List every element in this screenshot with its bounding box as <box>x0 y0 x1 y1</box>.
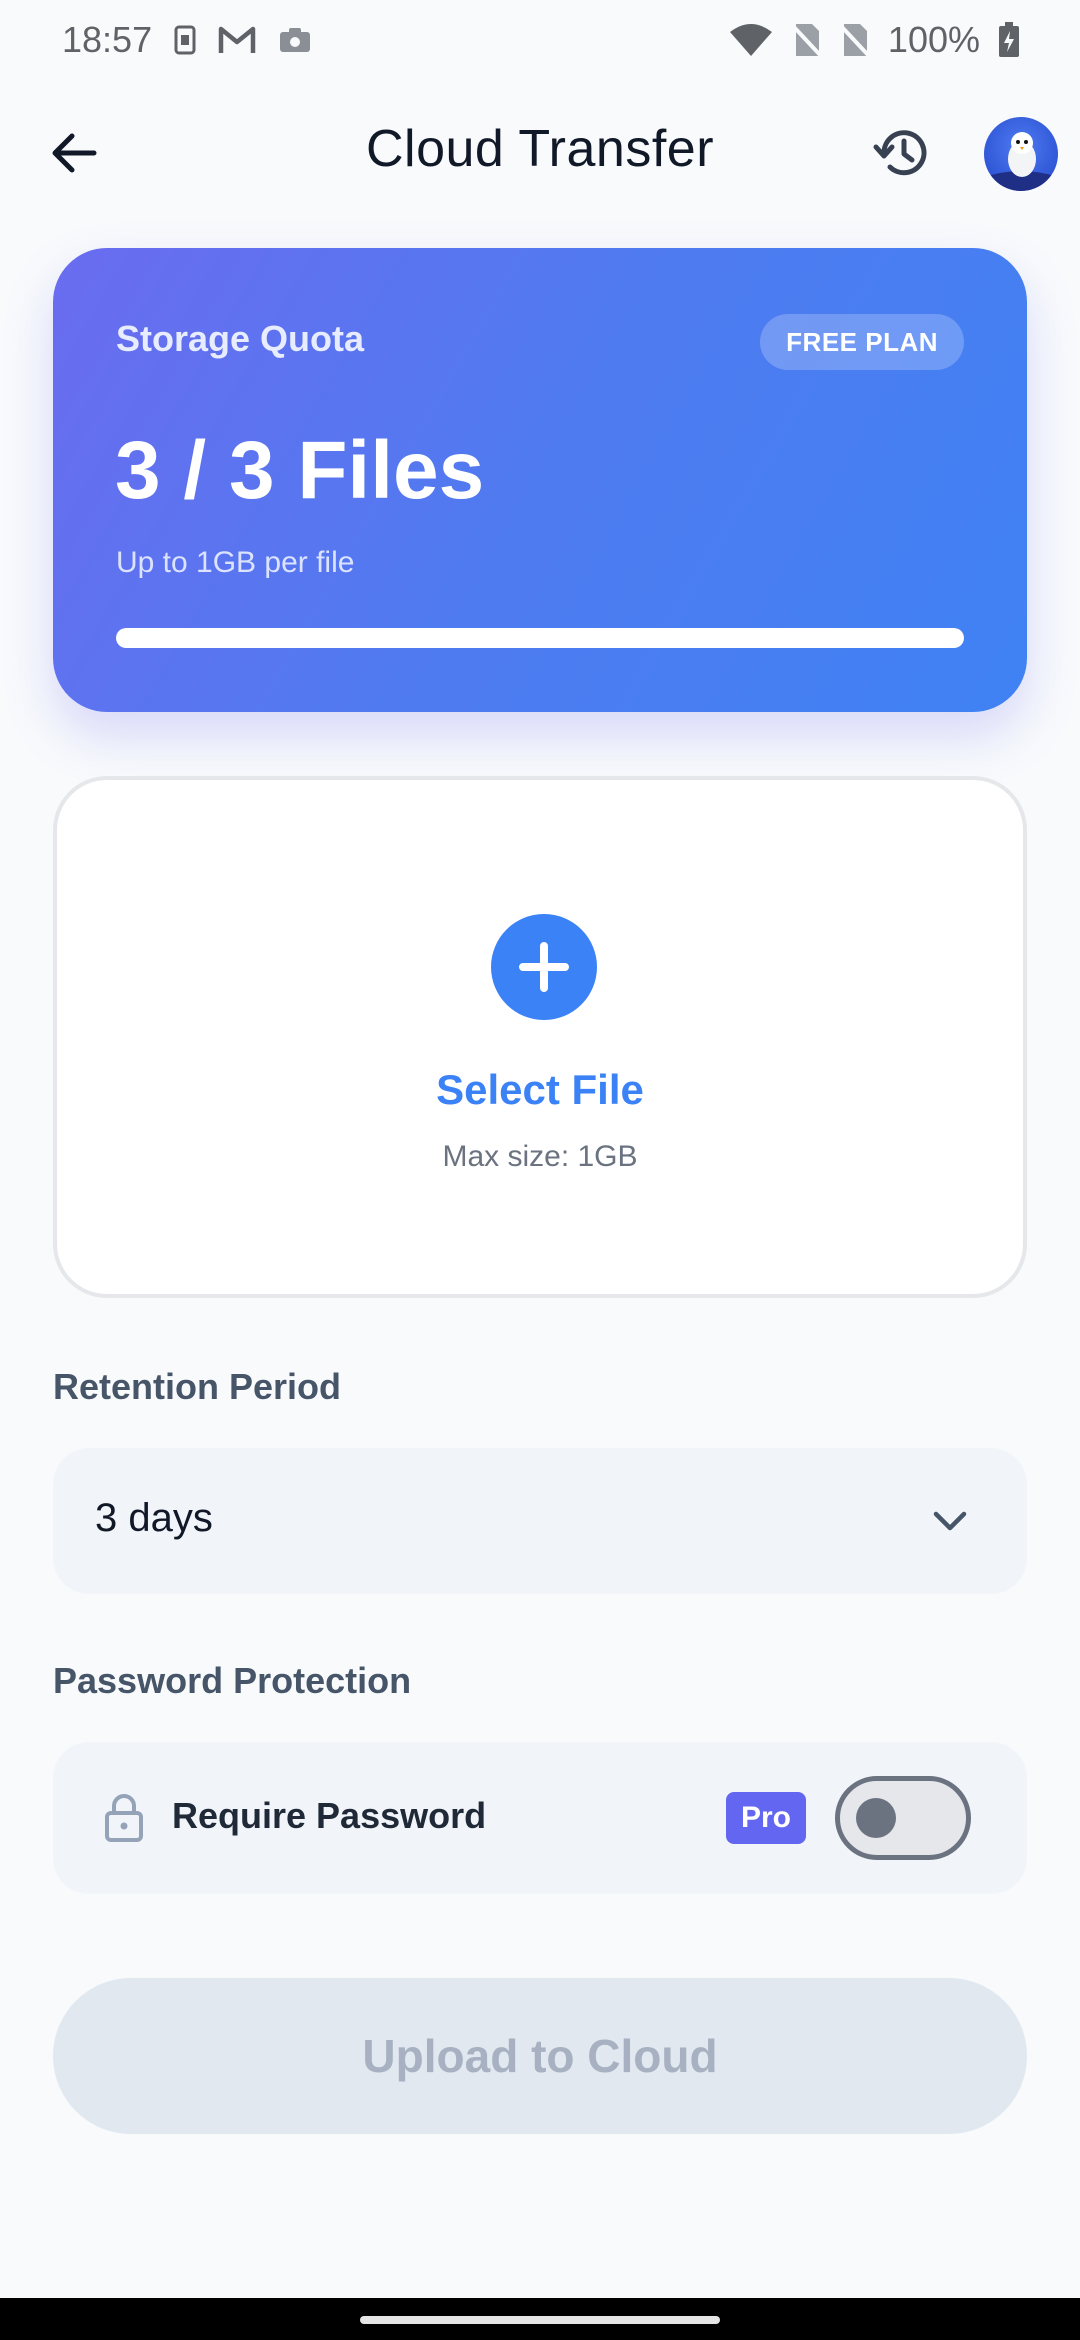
quota-subtitle: Up to 1GB per file <box>116 546 355 579</box>
system-navigation-bar <box>0 2298 1080 2340</box>
camera-icon <box>278 26 312 54</box>
battery-percent: 100% <box>887 19 980 60</box>
gmail-icon <box>218 25 256 55</box>
retention-period-select[interactable]: 3 days <box>53 1448 1027 1594</box>
screen: 18:57 100% Cloud Transfer Storage Quota … <box>0 0 1080 2340</box>
plus-icon <box>519 942 569 992</box>
plan-badge: FREE PLAN <box>760 314 964 370</box>
quota-label: Storage Quota <box>116 318 365 359</box>
lock-icon <box>99 1790 149 1846</box>
require-password-label: Require Password <box>172 1795 487 1836</box>
app-bar: Cloud Transfer <box>0 105 1080 201</box>
battery-charging-icon <box>998 22 1020 58</box>
no-sim-icon <box>839 22 870 58</box>
home-gesture-handle[interactable] <box>360 2316 720 2324</box>
avatar[interactable] <box>984 117 1058 191</box>
select-file-area[interactable]: Select File Max size: 1GB <box>53 776 1027 1298</box>
quota-value: 3 / 3 Files <box>115 425 485 516</box>
chevron-down-icon <box>925 1496 975 1546</box>
sim-card-icon <box>174 25 196 55</box>
password-protection-label: Password Protection <box>53 1660 412 1701</box>
retention-selected-value: 3 days <box>95 1496 213 1540</box>
require-password-toggle[interactable] <box>835 1776 971 1860</box>
history-icon <box>873 130 927 176</box>
storage-quota-card: Storage Quota FREE PLAN 3 / 3 Files Up t… <box>53 248 1027 712</box>
owl-avatar-icon <box>984 132 1058 191</box>
add-file-button[interactable] <box>491 914 597 1020</box>
quota-progress-fill <box>116 628 964 648</box>
retention-period-label: Retention Period <box>53 1366 342 1407</box>
require-password-row: Require Password Pro <box>53 1742 1027 1894</box>
status-time: 18:57 <box>62 19 153 60</box>
toggle-knob <box>856 1798 896 1838</box>
select-file-title[interactable]: Select File <box>57 1066 1023 1114</box>
max-size-note: Max size: 1GB <box>442 1140 638 1173</box>
no-sim-icon <box>791 22 822 58</box>
status-bar: 18:57 100% <box>0 0 1080 80</box>
upload-to-cloud-button[interactable]: Upload to Cloud <box>53 1978 1027 2134</box>
history-button[interactable] <box>868 119 936 187</box>
quota-progress-bar <box>116 628 964 648</box>
pro-badge: Pro <box>726 1792 806 1844</box>
wifi-icon <box>728 22 774 58</box>
